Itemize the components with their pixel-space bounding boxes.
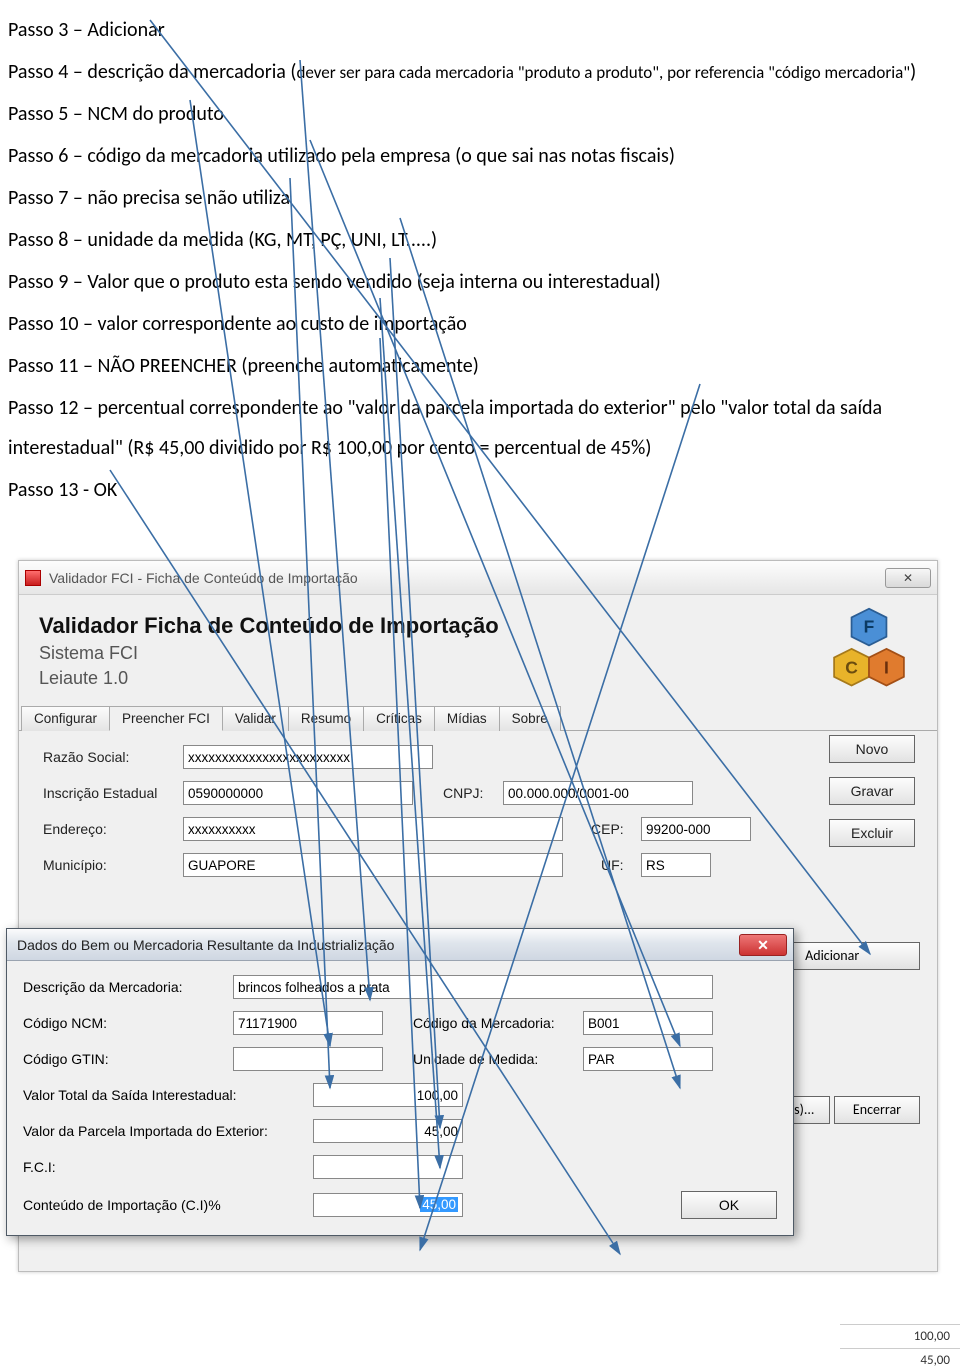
step-13: Passo 13 - OK: [8, 470, 952, 510]
background-rows: 100,00 45,00: [840, 1324, 960, 1372]
fci-label: F.C.I:: [23, 1159, 313, 1175]
app-subtitle-1: Sistema FCI: [39, 643, 917, 664]
cnpj-input[interactable]: [503, 781, 693, 805]
unidade-medida-input[interactable]: [583, 1047, 713, 1071]
tab-validar[interactable]: Validar: [222, 706, 289, 731]
bg-row-1: 100,00: [840, 1324, 960, 1348]
fci-input[interactable]: [313, 1155, 463, 1179]
cep-input[interactable]: [641, 817, 751, 841]
endereco-label: Endereço:: [43, 821, 183, 837]
step-9: Passo 9 – Valor que o produto esta sendo…: [8, 262, 952, 302]
step-6: Passo 6 – código da mercadoria utilizado…: [8, 136, 952, 176]
header-panel: Validador Ficha de Conteúdo de Importaçã…: [19, 595, 937, 705]
tab-bar: Configurar Preencher FCI Validar Resumo …: [19, 705, 937, 731]
municipio-input[interactable]: [183, 853, 563, 877]
step-5: Passo 5 – NCM do produto: [8, 94, 952, 134]
app-subtitle-2: Leiaute 1.0: [39, 668, 917, 689]
descricao-mercadoria-input[interactable]: [233, 975, 713, 999]
dialog-titlebar: Dados do Bem ou Mercadoria Resultante da…: [7, 929, 793, 961]
descricao-mercadoria-label: Descrição da Mercadoria:: [23, 979, 233, 995]
step-4: Passo 4 – descrição da mercadoria (dever…: [8, 52, 952, 92]
tab-midias[interactable]: Mídias: [434, 706, 500, 731]
window-close-button[interactable]: ✕: [885, 568, 931, 588]
step-8: Passo 8 – unidade da medida (KG, MT, PÇ,…: [8, 220, 952, 260]
fci-logo-icon: F C I: [825, 607, 913, 689]
inscricao-estadual-input[interactable]: [183, 781, 413, 805]
step-10: Passo 10 – valor correspondente ao custo…: [8, 304, 952, 344]
valor-parcela-importada-label: Valor da Parcela Importada do Exterior:: [23, 1123, 313, 1139]
app-icon: [25, 570, 41, 586]
conteudo-importacao-value: 45,00: [420, 1197, 458, 1212]
codigo-ncm-label: Código NCM:: [23, 1015, 233, 1031]
ok-button[interactable]: OK: [681, 1191, 777, 1219]
cnpj-label: CNPJ:: [443, 785, 503, 801]
bg-row-2: 45,00: [840, 1348, 960, 1372]
tab-criticas[interactable]: Críticas: [363, 706, 435, 731]
excluir-button[interactable]: Excluir: [829, 819, 915, 847]
dialog-title: Dados do Bem ou Mercadoria Resultante da…: [17, 937, 739, 953]
conteudo-importacao-label: Conteúdo de Importação (C.I)%: [23, 1197, 313, 1213]
step-11: Passo 11 – NÃO PREENCHER (preenche autom…: [8, 346, 952, 386]
instruction-text: Passo 3 – Adicionar Passo 4 – descrição …: [0, 0, 960, 532]
codigo-gtin-label: Código GTIN:: [23, 1051, 233, 1067]
encerrar-button[interactable]: Encerrar: [834, 1096, 920, 1124]
razao-social-input[interactable]: [183, 745, 433, 769]
app-title: Validador Ficha de Conteúdo de Importaçã…: [39, 613, 917, 639]
step-3: Passo 3 – Adicionar: [8, 10, 952, 50]
codigo-mercadoria-label: Código da Mercadoria:: [413, 1015, 583, 1031]
novo-button[interactable]: Novo: [829, 735, 915, 763]
svg-text:I: I: [884, 657, 889, 677]
razao-social-label: Razão Social:: [43, 749, 183, 765]
cep-label: CEP:: [591, 821, 641, 837]
tab-sobre[interactable]: Sobre: [499, 706, 561, 731]
tab-resumo[interactable]: Resumo: [288, 706, 364, 731]
valor-total-saida-label: Valor Total da Saída Interestadual:: [23, 1087, 313, 1103]
tab-configurar[interactable]: Configurar: [21, 706, 110, 731]
mercadoria-dialog: Dados do Bem ou Mercadoria Resultante da…: [6, 928, 794, 1236]
inscricao-estadual-label: Inscrição Estadual: [43, 785, 183, 801]
svg-text:F: F: [864, 616, 875, 636]
right-button-group: Novo Gravar Excluir: [829, 735, 915, 847]
endereco-input[interactable]: [183, 817, 563, 841]
municipio-label: Município:: [43, 857, 183, 873]
gravar-button[interactable]: Gravar: [829, 777, 915, 805]
step-7: Passo 7 – não precisa se não utiliza: [8, 178, 952, 218]
step-12: Passo 12 – percentual correspondente ao …: [8, 388, 952, 468]
titlebar: Validador FCI - Ficha de Conteúdo de Imp…: [19, 561, 937, 595]
conteudo-importacao-input[interactable]: 45,00: [313, 1193, 463, 1217]
codigo-mercadoria-input[interactable]: [583, 1011, 713, 1035]
codigo-ncm-input[interactable]: [233, 1011, 383, 1035]
valor-total-saida-input[interactable]: [313, 1083, 463, 1107]
valor-parcela-importada-input[interactable]: [313, 1119, 463, 1143]
dialog-body: Descrição da Mercadoria: Código NCM: Cód…: [7, 961, 793, 1235]
codigo-gtin-input[interactable]: [233, 1047, 383, 1071]
tab-preencher-fci[interactable]: Preencher FCI: [109, 706, 223, 731]
dialog-close-button[interactable]: ✕: [739, 934, 787, 956]
uf-label: UF:: [601, 857, 641, 873]
uf-dropdown[interactable]: [641, 853, 711, 877]
window-title: Validador FCI - Ficha de Conteúdo de Imp…: [49, 570, 885, 586]
svg-text:C: C: [845, 657, 858, 677]
unidade-medida-label: Unidade de Medida:: [413, 1051, 583, 1067]
